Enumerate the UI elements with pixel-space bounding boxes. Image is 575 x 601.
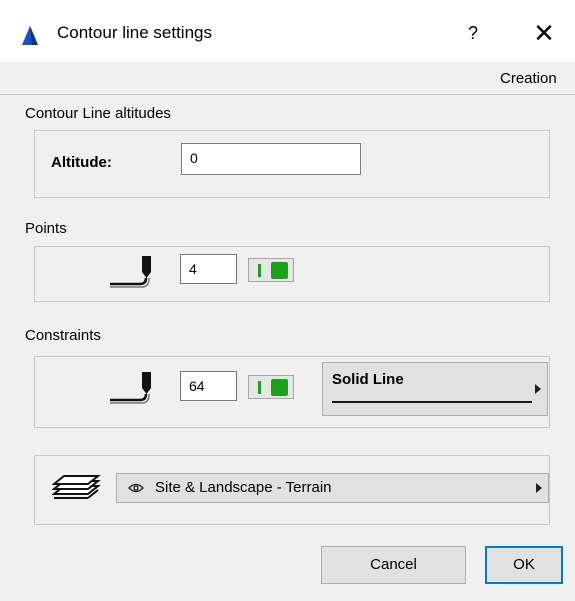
close-button[interactable]: ✕ xyxy=(528,19,560,47)
constraints-section-title: Constraints xyxy=(25,327,101,344)
layer-name: Site & Landscape - Terrain xyxy=(155,479,332,496)
constraints-pen-color-toggle[interactable] xyxy=(248,375,294,399)
altitudes-panel: Altitude: 0 xyxy=(34,130,550,198)
ok-button[interactable]: OK xyxy=(485,546,563,584)
altitude-label: Altitude: xyxy=(51,154,112,171)
pen-color-swatch xyxy=(271,379,288,396)
points-pen-number-input[interactable]: 4 xyxy=(180,254,237,284)
pen-weight-bar xyxy=(258,381,261,394)
layer-stack-icon xyxy=(52,475,101,499)
altitude-input[interactable]: 0 xyxy=(181,143,361,175)
line-type-label: Solid Line xyxy=(332,371,404,388)
altitudes-section-title: Contour Line altitudes xyxy=(25,105,171,122)
help-button[interactable]: ? xyxy=(458,19,488,47)
points-section-title: Points xyxy=(25,220,67,237)
eye-icon xyxy=(128,483,144,493)
contour-line-settings-dialog: Contour line settings ? ✕ Creation Conto… xyxy=(0,0,575,601)
pen-weight-bar xyxy=(258,264,261,277)
line-type-button[interactable]: Solid Line xyxy=(322,362,548,416)
window-title: Contour line settings xyxy=(57,23,212,42)
chevron-right-icon xyxy=(535,384,541,394)
header-divider xyxy=(0,94,575,95)
line-type-preview xyxy=(332,401,532,403)
mode-label: Creation xyxy=(500,70,557,87)
layer-selector-button[interactable]: Site & Landscape - Terrain xyxy=(116,473,549,503)
pen-icon xyxy=(110,256,151,288)
points-pen-color-toggle[interactable] xyxy=(248,258,294,282)
chevron-right-icon xyxy=(536,483,542,493)
pen-color-swatch xyxy=(271,262,288,279)
cancel-button[interactable]: Cancel xyxy=(321,546,466,584)
constraints-pen-number-input[interactable]: 64 xyxy=(180,371,237,401)
app-icon xyxy=(22,26,38,45)
pen-icon xyxy=(110,372,151,404)
title-bar: Contour line settings ? ✕ xyxy=(0,0,575,62)
